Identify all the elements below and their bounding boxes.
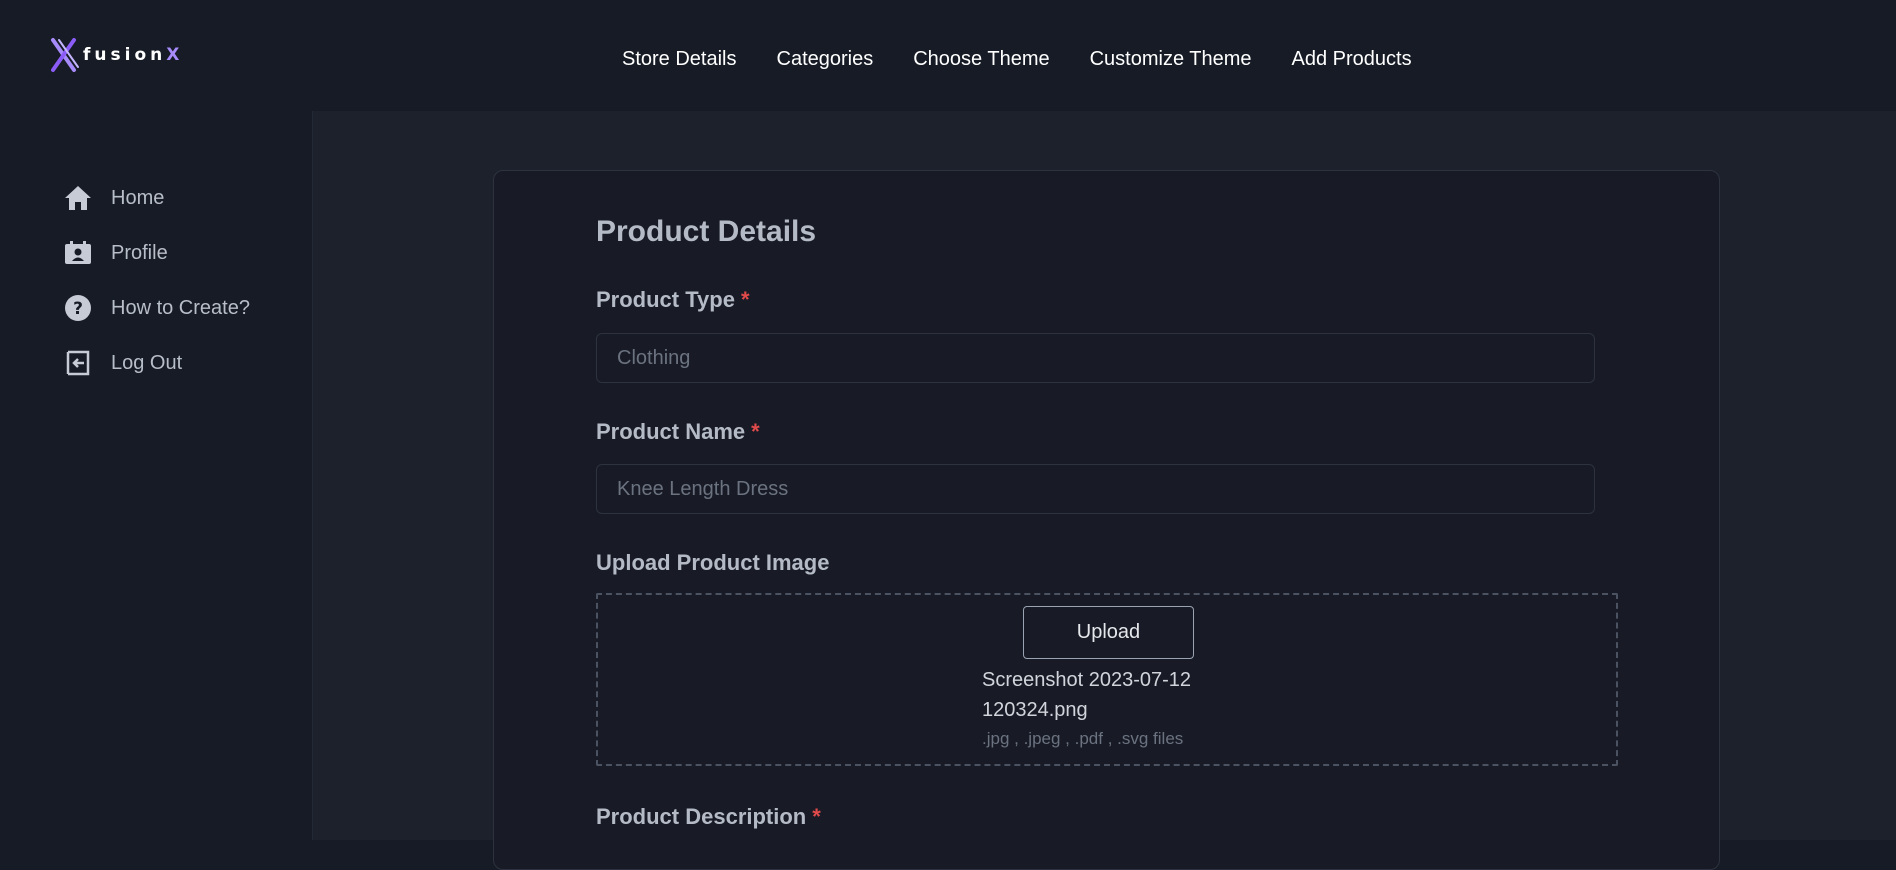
- sidebar: Home Profile ? How to Create? Log Out: [0, 111, 313, 840]
- product-name-placeholder: Knee Length Dress: [617, 477, 789, 500]
- product-type-label: Product Type *: [596, 287, 750, 312]
- required-marker: *: [812, 804, 821, 829]
- brand-name: fusionX: [83, 45, 184, 65]
- required-marker: *: [740, 287, 750, 312]
- brand-logo[interactable]: fusionX: [50, 36, 183, 74]
- main-content: Product Details Product Type * Clothing P…: [313, 111, 1896, 870]
- sidebar-item-label: Log Out: [111, 351, 183, 374]
- file-types-hint: .jpg , .jpeg , .pdf , .svg files: [982, 729, 1184, 748]
- product-name-input[interactable]: Knee Length Dress: [596, 464, 1595, 514]
- profile-icon: [62, 237, 94, 269]
- top-bar: fusionX Store Details Categories Choose …: [0, 0, 1896, 111]
- fusionx-logo-icon: [51, 38, 79, 72]
- product-description-label: Product Description *: [596, 804, 821, 829]
- logout-icon: [62, 347, 94, 379]
- upload-button[interactable]: Upload: [1023, 606, 1194, 659]
- required-marker: *: [751, 419, 760, 444]
- nav-store-details[interactable]: Store Details: [622, 48, 737, 71]
- upload-image-label: Upload Product Image: [596, 550, 830, 575]
- sidebar-item-label: How to Create?: [111, 296, 250, 319]
- nav-choose-theme[interactable]: Choose Theme: [913, 48, 1049, 71]
- nav-categories[interactable]: Categories: [777, 48, 874, 71]
- image-dropzone[interactable]: Upload Screenshot 2023-07-12 120324.png …: [596, 593, 1618, 766]
- nav-customize-theme[interactable]: Customize Theme: [1090, 48, 1252, 71]
- product-name-label: Product Name *: [596, 419, 760, 444]
- sidebar-item-label: Profile: [111, 241, 168, 264]
- product-type-placeholder: Clothing: [617, 346, 691, 369]
- nav-add-products[interactable]: Add Products: [1292, 48, 1412, 71]
- sidebar-item-home[interactable]: Home: [62, 182, 164, 214]
- svg-text:?: ?: [73, 299, 83, 319]
- sidebar-item-profile[interactable]: Profile: [62, 237, 168, 269]
- help-icon: ?: [62, 292, 94, 324]
- sidebar-item-log-out[interactable]: Log Out: [62, 347, 182, 379]
- product-details-card: Product Details Product Type * Clothing P…: [493, 170, 1720, 870]
- uploaded-file-name: Screenshot 2023-07-12 120324.png: [982, 669, 1192, 721]
- page-title: Product Details: [596, 215, 817, 248]
- home-icon: [62, 182, 94, 214]
- product-type-input[interactable]: Clothing: [596, 333, 1595, 383]
- sidebar-item-how-to-create[interactable]: ? How to Create?: [62, 292, 250, 324]
- sidebar-item-label: Home: [111, 186, 165, 209]
- top-nav: Store Details Categories Choose Theme Cu…: [622, 48, 1412, 71]
